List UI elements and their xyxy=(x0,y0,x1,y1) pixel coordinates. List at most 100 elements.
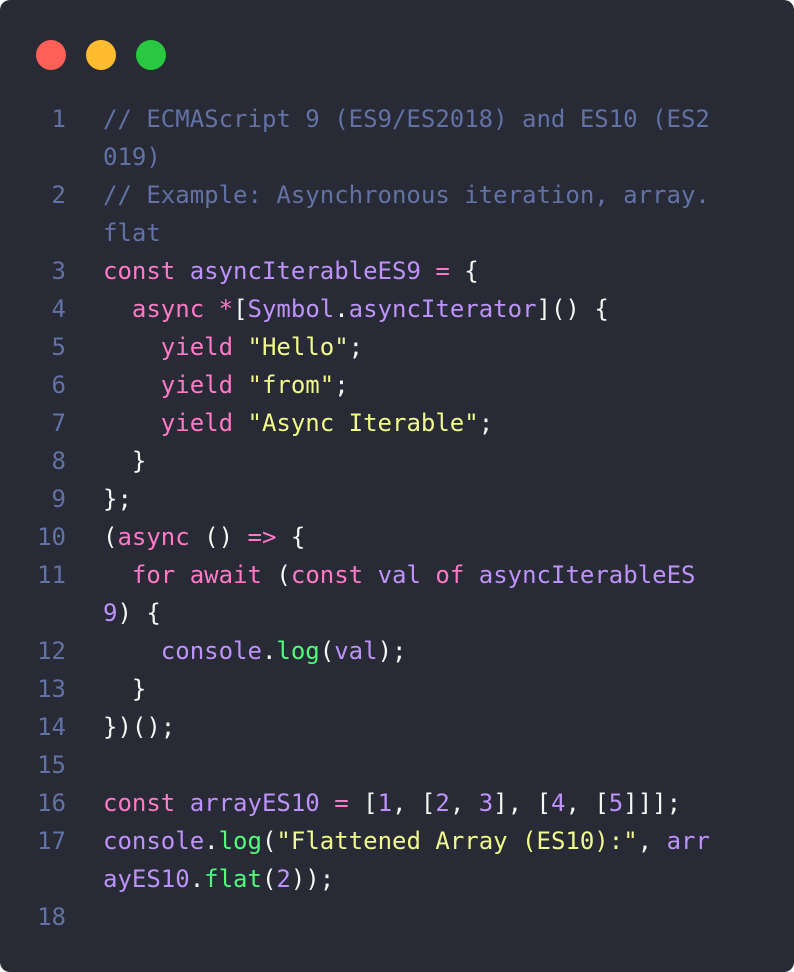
code-token: arrayES10 xyxy=(189,789,320,817)
line-code: (async () => { xyxy=(103,518,763,556)
code-token: ( xyxy=(261,865,277,893)
code-token: } xyxy=(103,675,147,703)
code-line: 14 })(); xyxy=(0,708,794,746)
zoom-button[interactable] xyxy=(136,40,166,70)
line-number: 12 xyxy=(37,637,66,665)
code-token: Symbol xyxy=(247,295,335,323)
code-token: flat xyxy=(103,219,161,247)
code-token: console xyxy=(160,637,262,665)
code-line: 17 console.log("Flattened Array (ES10):",… xyxy=(0,822,794,860)
code-line: 4 async *[Symbol.asyncIterator]() { xyxy=(0,290,794,328)
code-token: flat xyxy=(204,865,262,893)
code-token: await xyxy=(189,561,262,589)
code-token: console xyxy=(103,827,205,855)
code-line: 11 for await (const val of asyncIterable… xyxy=(0,556,794,594)
code-token: 5 xyxy=(608,789,624,817)
line-number: 6 xyxy=(51,371,66,399)
code-token: asyncIterableES xyxy=(478,561,696,589)
code-token: ]() { xyxy=(536,295,609,323)
line-number: 3 xyxy=(51,257,66,285)
line-number: 14 xyxy=(37,713,66,741)
line-number: 11 xyxy=(37,561,66,589)
code-line: 15 xyxy=(0,746,794,784)
line-number: 5 xyxy=(51,333,66,361)
code-token: const xyxy=(103,789,176,817)
code-token: ) { xyxy=(117,599,161,627)
code-token: "Flattened Array (ES10):" xyxy=(276,827,638,855)
line-number: 1 xyxy=(51,105,66,133)
code-token: log xyxy=(276,637,320,665)
code-token: { xyxy=(449,257,479,285)
line-code: } xyxy=(103,442,763,480)
line-code: 019) xyxy=(103,138,763,176)
code-token: . xyxy=(334,295,349,323)
line-number: 8 xyxy=(51,447,66,475)
line-code: yield "Async Iterable"; xyxy=(103,404,763,442)
code-line: 1 // ECMAScript 9 (ES9/ES2018) and ES10 (… xyxy=(0,100,794,138)
code-token: => xyxy=(247,523,277,551)
code-token: ( xyxy=(103,523,118,551)
line-code: const asyncIterableES9 = { xyxy=(103,252,763,290)
code-token: { xyxy=(276,523,306,551)
line-number: 7 xyxy=(51,409,66,437)
code-token: ayES10 xyxy=(103,865,190,893)
code-token: , [ xyxy=(565,789,609,817)
code-token: })(); xyxy=(103,713,176,741)
code-token: // Example: Asynchronous iteration, arra… xyxy=(103,181,710,209)
code-token: ; xyxy=(334,371,349,399)
line-code: yield "Hello"; xyxy=(103,328,763,366)
code-token: ], [ xyxy=(493,789,551,817)
code-line: 9}; xyxy=(0,480,794,518)
code-token: 3 xyxy=(478,789,494,817)
line-code: 9) { xyxy=(103,594,763,632)
code-token: . xyxy=(261,637,277,665)
code-token: 1 xyxy=(377,789,393,817)
line-number: 18 xyxy=(37,903,66,931)
line-number: 10 xyxy=(37,523,66,551)
line-code: ayES10.flat(2)); xyxy=(103,860,763,898)
window-controls xyxy=(36,40,166,70)
code-token: "Async Iterable" xyxy=(247,409,479,437)
code-line: 3 const asyncIterableES9 = { xyxy=(0,252,794,290)
code-token: () xyxy=(189,523,248,551)
code-token: yield xyxy=(160,409,234,437)
code-token: 9 xyxy=(103,599,118,627)
code-token: = xyxy=(334,789,349,817)
line-number: 15 xyxy=(37,751,66,779)
minimize-button[interactable] xyxy=(86,40,116,70)
code-token: } xyxy=(103,447,147,475)
code-token: val xyxy=(334,637,378,665)
code-token: yield xyxy=(160,333,234,361)
code-token: ; xyxy=(348,333,364,361)
line-code: })(); xyxy=(103,708,763,746)
close-button[interactable] xyxy=(36,40,66,70)
line-number xyxy=(0,860,66,898)
code-line: 019) xyxy=(0,138,794,176)
code-token: ); xyxy=(377,637,407,665)
code-line: 5 yield "Hello"; xyxy=(0,328,794,366)
code-token: yield xyxy=(160,371,234,399)
code-token: [ xyxy=(348,789,378,817)
code-token: 2 xyxy=(276,865,291,893)
code-token: , xyxy=(637,827,667,855)
line-number: 13 xyxy=(37,675,66,703)
line-number xyxy=(0,214,66,252)
code-token: ; xyxy=(478,409,494,437)
line-code: // ECMAScript 9 (ES9/ES2018) and ES10 (E… xyxy=(103,100,763,138)
code-token: val xyxy=(377,561,421,589)
line-code: async *[Symbol.asyncIterator]() { xyxy=(103,290,763,328)
line-code: const arrayES10 = [1, [2, 3], [4, [5]]]; xyxy=(103,784,763,822)
code-token: "Hello" xyxy=(247,333,349,361)
code-line: flat xyxy=(0,214,794,252)
code-token: ( xyxy=(261,827,277,855)
